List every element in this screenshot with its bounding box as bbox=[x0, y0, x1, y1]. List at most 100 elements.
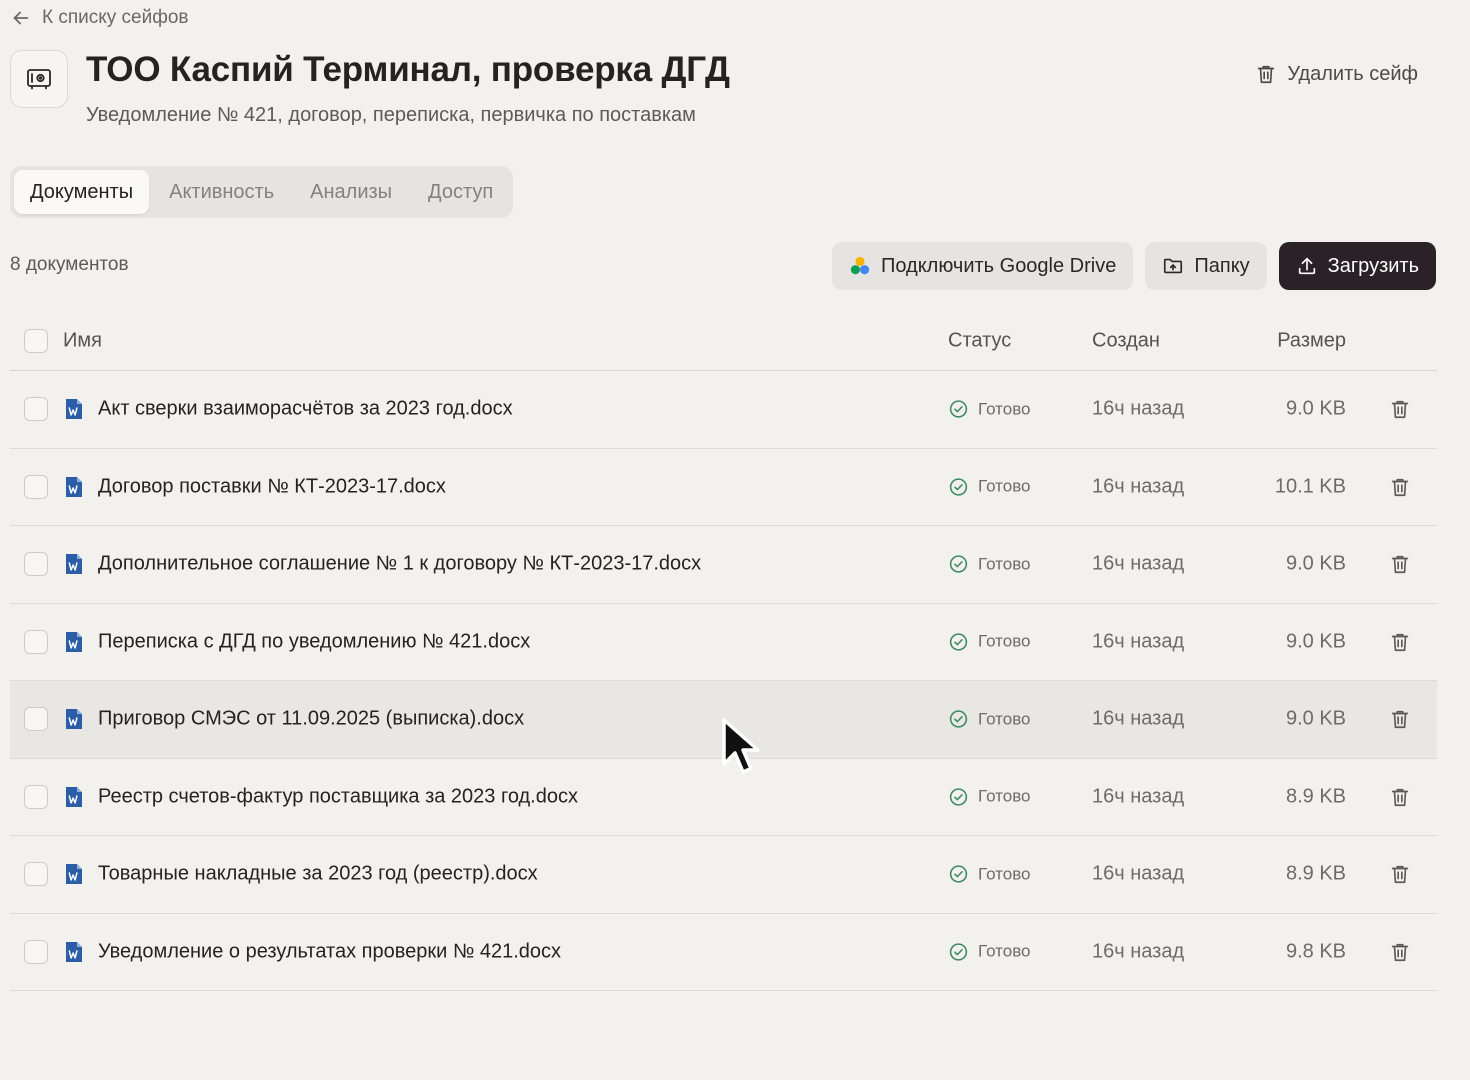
file-size: 8.9 KB bbox=[1285, 785, 1346, 808]
check-circle-icon bbox=[949, 943, 968, 961]
check-circle-icon bbox=[949, 400, 968, 418]
status-label: Готово bbox=[978, 864, 1031, 884]
file-name[interactable]: Переписка с ДГД по уведомлению № 421.doc… bbox=[98, 630, 530, 653]
docx-file-icon bbox=[66, 476, 82, 497]
status-label: Готово bbox=[978, 399, 1031, 419]
delete-vault-button[interactable]: Удалить сейф bbox=[1255, 58, 1418, 90]
file-size: 8.9 KB bbox=[1285, 862, 1346, 885]
docx-file-icon bbox=[66, 631, 82, 652]
upload-button[interactable]: Загрузить bbox=[1278, 242, 1436, 290]
connect-google-drive-label: Подключить Google Drive bbox=[880, 254, 1117, 277]
file-name[interactable]: Приговор СМЭС от 11.09.2025 (выписка).do… bbox=[98, 708, 524, 731]
status-badge: Готово bbox=[948, 631, 1031, 652]
created-time: 16ч назад bbox=[1092, 397, 1185, 420]
tab-documents[interactable]: Документы bbox=[14, 170, 150, 214]
arrow-left-icon bbox=[13, 11, 29, 25]
created-time: 16ч назад bbox=[1092, 630, 1185, 653]
column-header-status[interactable]: Статус bbox=[948, 330, 1011, 353]
back-link-label: К списку сейфов bbox=[42, 7, 189, 28]
status-badge: Готово bbox=[948, 399, 1031, 420]
documents-table: Имя Статус Создан Размер Акт сверки взаи… bbox=[10, 312, 1437, 991]
row-checkbox[interactable] bbox=[24, 397, 48, 422]
document-toolbar: Подключить Google Drive Папку Загрузить bbox=[831, 242, 1436, 290]
file-size: 9.0 KB bbox=[1285, 397, 1346, 420]
status-badge: Готово bbox=[948, 476, 1031, 497]
check-circle-icon bbox=[949, 788, 968, 806]
docx-file-icon bbox=[66, 399, 82, 420]
back-to-vaults-link[interactable]: К списку сейфов bbox=[10, 4, 189, 32]
table-row[interactable]: Акт сверки взаиморасчётов за 2023 год.do… bbox=[10, 371, 1437, 449]
table-row[interactable]: Товарные накладные за 2023 год (реестр).… bbox=[10, 836, 1437, 914]
tab-access[interactable]: Доступ bbox=[412, 170, 509, 214]
status-badge: Готово bbox=[948, 941, 1031, 962]
trash-icon[interactable] bbox=[1389, 786, 1411, 808]
file-name[interactable]: Уведомление о результатах проверки № 421… bbox=[98, 940, 561, 963]
table-row[interactable]: Уведомление о результатах проверки № 421… bbox=[10, 914, 1437, 991]
column-header-size[interactable]: Размер bbox=[1277, 330, 1346, 353]
status-label: Готово bbox=[978, 476, 1031, 496]
upload-folder-button[interactable]: Папку bbox=[1145, 242, 1267, 290]
table-row[interactable]: Договор поставки № КТ-2023-17.docx Готов… bbox=[10, 449, 1437, 526]
check-circle-icon bbox=[949, 633, 968, 651]
row-checkbox[interactable] bbox=[24, 552, 48, 577]
row-checkbox[interactable] bbox=[24, 629, 48, 654]
row-checkbox[interactable] bbox=[24, 784, 48, 809]
page-title: ТОО Каспий Терминал, проверка ДГД bbox=[86, 50, 730, 89]
docx-file-icon bbox=[66, 786, 82, 807]
file-size: 9.8 KB bbox=[1285, 940, 1346, 963]
upload-folder-label: Папку bbox=[1194, 254, 1250, 277]
created-time: 16ч назад bbox=[1092, 940, 1185, 963]
docx-file-icon bbox=[66, 941, 82, 962]
trash-icon[interactable] bbox=[1389, 398, 1411, 420]
file-size: 9.0 KB bbox=[1285, 707, 1346, 730]
row-checkbox[interactable] bbox=[24, 862, 48, 887]
delete-vault-label: Удалить сейф bbox=[1287, 62, 1418, 85]
mouse-cursor-icon bbox=[722, 718, 760, 774]
file-name[interactable]: Дополнительное соглашение № 1 к договору… bbox=[98, 553, 701, 576]
trash-icon[interactable] bbox=[1389, 941, 1411, 963]
trash-icon[interactable] bbox=[1389, 631, 1411, 653]
created-time: 16ч назад bbox=[1092, 475, 1185, 498]
check-circle-icon bbox=[949, 865, 968, 883]
docx-file-icon bbox=[66, 864, 82, 885]
file-size: 9.0 KB bbox=[1285, 552, 1346, 575]
tab-analyses[interactable]: Анализы bbox=[294, 170, 408, 214]
tab-activity[interactable]: Активность bbox=[153, 170, 290, 214]
row-checkbox[interactable] bbox=[24, 939, 48, 964]
google-drive-icon bbox=[850, 256, 870, 275]
file-name[interactable]: Акт сверки взаиморасчётов за 2023 год.do… bbox=[98, 398, 513, 421]
table-row[interactable]: Дополнительное соглашение № 1 к договору… bbox=[10, 526, 1437, 604]
created-time: 16ч назад bbox=[1092, 862, 1185, 885]
upload-icon bbox=[1298, 257, 1315, 275]
trash-icon[interactable] bbox=[1389, 863, 1411, 885]
created-time: 16ч назад bbox=[1092, 707, 1185, 730]
trash-icon[interactable] bbox=[1389, 708, 1411, 730]
status-label: Готово bbox=[978, 709, 1031, 729]
status-label: Готово bbox=[978, 554, 1031, 574]
docx-file-icon bbox=[66, 709, 82, 730]
trash-icon bbox=[1258, 65, 1275, 84]
file-name[interactable]: Реестр счетов-фактур поставщика за 2023 … bbox=[98, 785, 578, 808]
file-size: 10.1 KB bbox=[1274, 475, 1346, 498]
row-checkbox[interactable] bbox=[24, 474, 48, 499]
check-circle-icon bbox=[949, 478, 968, 496]
file-size: 9.0 KB bbox=[1285, 630, 1346, 653]
status-label: Готово bbox=[978, 631, 1031, 651]
folder-upload-icon bbox=[1164, 258, 1183, 274]
trash-icon[interactable] bbox=[1389, 476, 1411, 498]
column-header-created[interactable]: Создан bbox=[1092, 330, 1160, 353]
file-name[interactable]: Договор поставки № КТ-2023-17.docx bbox=[98, 475, 446, 498]
status-badge: Готово bbox=[948, 786, 1031, 807]
select-all-checkbox[interactable] bbox=[24, 329, 48, 353]
trash-icon[interactable] bbox=[1389, 553, 1411, 575]
column-header-name[interactable]: Имя bbox=[63, 330, 102, 353]
row-checkbox[interactable] bbox=[24, 707, 48, 732]
table-row[interactable]: Переписка с ДГД по уведомлению № 421.doc… bbox=[10, 604, 1437, 681]
vault-documents-page: К списку сейфов ТОО Каспий Терминал, про… bbox=[0, 0, 1470, 1080]
check-circle-icon bbox=[949, 710, 968, 728]
file-name[interactable]: Товарные накладные за 2023 год (реестр).… bbox=[98, 863, 538, 886]
connect-google-drive-button[interactable]: Подключить Google Drive bbox=[831, 242, 1134, 290]
status-label: Готово bbox=[978, 941, 1031, 961]
status-badge: Готово bbox=[948, 554, 1031, 575]
created-time: 16ч назад bbox=[1092, 552, 1185, 575]
